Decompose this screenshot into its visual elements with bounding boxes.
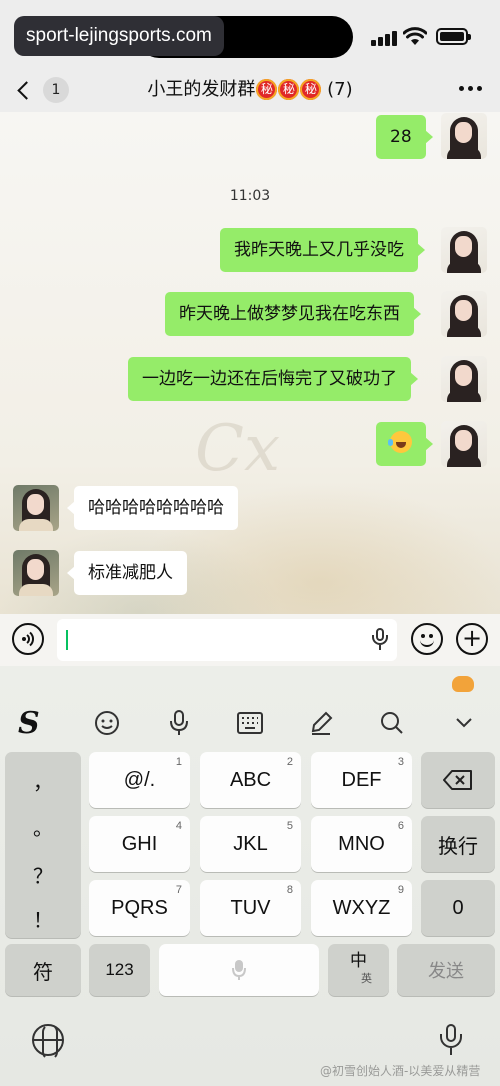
zero-key[interactable]: 0 — [421, 880, 495, 936]
secret-badge: 秘 — [300, 79, 322, 100]
symbols-key[interactable]: 符 — [5, 944, 81, 996]
backspace-icon — [443, 770, 472, 790]
my-message-bubble[interactable]: 昨天晚上做梦梦见我在吃东西 — [165, 292, 421, 336]
footer-caption: @初雪创始人酒-以美爱从精营 — [320, 1064, 481, 1078]
sogou-logo-icon[interactable]: S — [18, 706, 40, 741]
chat-title[interactable]: 小王的发财群秘秘秘 (7) — [100, 76, 400, 104]
key-5[interactable]: JKL 5 — [200, 816, 301, 872]
message-text-field[interactable] — [57, 619, 397, 661]
friend-avatar[interactable] — [13, 550, 59, 596]
my-avatar[interactable] — [441, 421, 487, 467]
key-1[interactable]: @/. 1 — [89, 752, 190, 808]
friend-avatar[interactable] — [13, 485, 59, 531]
background-signature: Cx — [195, 412, 281, 486]
battery-icon — [436, 28, 471, 45]
chevron-down-icon[interactable] — [448, 708, 480, 738]
laughing-crying-emoji-icon — [388, 431, 412, 453]
my-message-bubble[interactable]: 我昨天晚上又几乎没吃 — [220, 228, 425, 272]
message-timestamp: 11:03 — [229, 188, 271, 204]
key-7[interactable]: PQRS 7 — [89, 880, 190, 936]
numbers-key[interactable]: 123 — [89, 944, 150, 996]
newline-key[interactable]: 换行 — [421, 816, 495, 872]
group-name: 小王的发财群 — [147, 79, 256, 100]
key-2[interactable]: ABC 2 — [200, 752, 301, 808]
punct-exclamation[interactable]: ！ — [5, 904, 81, 933]
emoji-button[interactable] — [411, 623, 443, 655]
text-cursor — [66, 630, 68, 650]
space-key[interactable] — [159, 944, 319, 996]
emoji-icon[interactable] — [91, 708, 123, 738]
mic-icon[interactable] — [163, 708, 195, 738]
globe-icon[interactable] — [32, 1024, 64, 1060]
friend-message-bubble[interactable]: 标准减肥人 — [67, 551, 187, 595]
dictation-mic-icon[interactable] — [440, 1024, 462, 1056]
friend-message-bubble[interactable]: 哈哈哈哈哈哈哈哈 — [67, 486, 238, 530]
space-mic-icon — [232, 960, 246, 980]
voice-wave-icon — [22, 631, 34, 647]
chat-message-list[interactable]: Cx 28 11:03 我昨天晚上又几乎没吃 昨天晚上做梦梦见我在吃东西 一边吃… — [0, 112, 500, 614]
secret-badge: 秘 — [278, 79, 300, 100]
my-message-bubble[interactable]: 一边吃一边还在后悔完了又破功了 — [128, 357, 418, 401]
punct-question[interactable]: ？ — [5, 860, 81, 889]
watermark-banner: sport-lejingsports.com — [14, 16, 224, 56]
voice-toggle-button[interactable] — [12, 623, 44, 655]
backspace-key[interactable] — [421, 752, 495, 808]
cellular-signal-icon — [371, 30, 399, 46]
search-icon[interactable] — [376, 708, 408, 738]
message-input-bar: + — [0, 614, 500, 666]
plus-button[interactable]: + — [456, 623, 488, 655]
language-switch-key[interactable]: 中 英 — [328, 944, 389, 996]
my-emoji-bubble[interactable] — [376, 422, 433, 466]
punct-period[interactable]: 。 — [5, 812, 81, 841]
my-avatar[interactable] — [441, 227, 487, 273]
secret-badge: 秘 — [256, 79, 278, 100]
pen-icon[interactable] — [305, 708, 337, 738]
my-avatar[interactable] — [441, 113, 487, 159]
member-count: (7) — [327, 79, 353, 100]
key-9[interactable]: WXYZ 9 — [311, 880, 412, 936]
my-message-bubble[interactable]: 28 — [376, 115, 433, 159]
key-6[interactable]: MNO 6 — [311, 816, 412, 872]
status-bar: sport-lejingsports.com — [0, 0, 500, 75]
my-avatar[interactable] — [441, 356, 487, 402]
back-chevron-icon — [17, 80, 36, 100]
wifi-icon — [403, 27, 427, 45]
key-4[interactable]: GHI 4 — [89, 816, 190, 872]
voice-input-icon[interactable] — [372, 628, 388, 652]
back-button[interactable]: 1 — [14, 76, 74, 104]
punct-comma[interactable]: ， — [5, 766, 81, 795]
more-options-button[interactable] — [459, 86, 482, 91]
send-key[interactable]: 发送 — [397, 944, 495, 996]
unread-count-badge: 1 — [43, 77, 69, 103]
key-3[interactable]: DEF 3 — [311, 752, 412, 808]
my-avatar[interactable] — [441, 291, 487, 337]
punctuation-column[interactable]: ， 。 ？ ！ — [5, 752, 81, 938]
chat-header: 1 小王的发财群秘秘秘 (7) — [0, 68, 500, 112]
keyboard-icon[interactable] — [234, 708, 266, 738]
key-8[interactable]: TUV 8 — [200, 880, 301, 936]
fox-mascot-icon[interactable] — [452, 676, 474, 692]
